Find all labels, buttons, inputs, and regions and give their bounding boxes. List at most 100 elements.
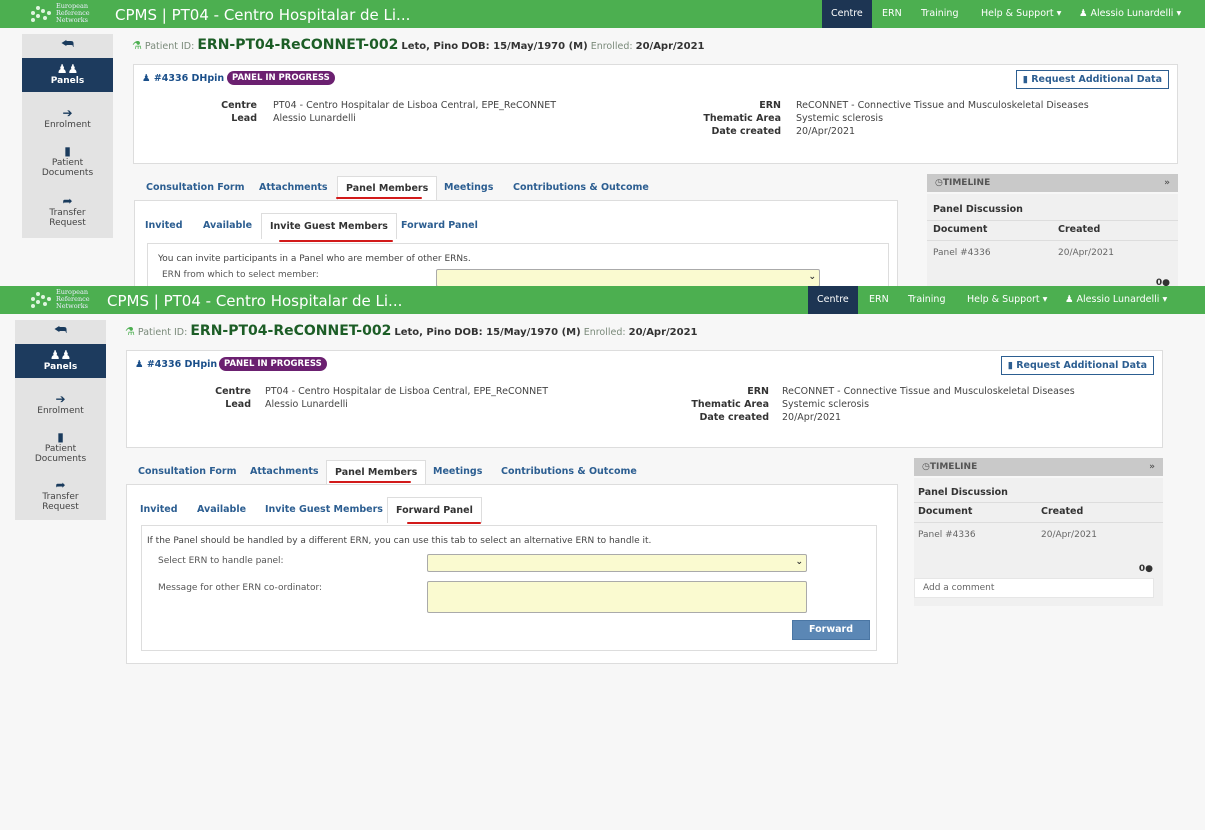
invite-guest-form: You can invite participants in a Panel w… [147, 243, 889, 286]
status-badge: PANEL IN PROGRESS [219, 357, 327, 371]
patient-header: ⚗ Patient ID: ERN-PT04-ReCONNET-002 Leto… [132, 37, 705, 53]
timeline-row-document[interactable]: Panel #4336 [933, 248, 991, 258]
user-icon: ♟ [1079, 8, 1091, 19]
ern-select-label: ERN from which to select member: [162, 270, 319, 280]
bookmark-icon: ▮ [1007, 360, 1017, 371]
ern-logo: European Reference Networks [30, 3, 102, 25]
lead-value: Alessio Lunardelli [265, 399, 348, 410]
app-title[interactable]: CPMS | PT04 - Centro Hospitalar de Li... [115, 6, 410, 24]
date-created-value: 20/Apr/2021 [782, 412, 842, 423]
tab-contributions-outcome[interactable]: Contributions & Outcome [505, 176, 657, 200]
sidebar-item-transfer-request[interactable]: ➦ Transfer Request [15, 478, 106, 516]
lead-label: Lead [225, 399, 251, 410]
panel-tabs: Consultation Form Attachments Panel Memb… [130, 460, 910, 484]
users-icon: ♟♟ [56, 62, 79, 76]
nav-centre[interactable]: Centre [822, 0, 872, 28]
collapse-chevron-icon: » [1149, 462, 1155, 472]
tab-contributions-outcome[interactable]: Contributions & Outcome [493, 460, 645, 484]
tab-attachments[interactable]: Attachments [251, 176, 336, 200]
timeline-header[interactable]: ◷TIMELINE » [914, 458, 1163, 476]
nav-ern[interactable]: ERN [873, 0, 911, 28]
back-arrow-icon[interactable]: ⮪ [15, 320, 106, 340]
subtab-available[interactable]: Available [195, 213, 260, 239]
sidebar-item-panels[interactable]: ♟♟ Panels [22, 58, 113, 92]
nav-centre[interactable]: Centre [808, 286, 858, 314]
thematic-area-value: Systemic sclerosis [796, 113, 884, 124]
thematic-area-label: Thematic Area [691, 399, 769, 410]
users-icon: ♟ [142, 73, 154, 84]
centre-label: Centre [215, 386, 251, 397]
select-ern-label: Select ERN to handle panel: [158, 556, 284, 566]
back-arrow-icon[interactable]: ⮪ [22, 34, 113, 54]
nav-help-support[interactable]: Help & Support ▾ [958, 286, 1056, 314]
subtab-available[interactable]: Available [189, 497, 254, 523]
forward-panel-form: If the Panel should be handled by a diff… [141, 525, 877, 653]
sitemap-icon: ⚗ [125, 325, 135, 338]
timeline-row-document[interactable]: Panel #4336 [918, 530, 976, 540]
centre-value: PT04 - Centro Hospitalar de Lisboa Centr… [265, 386, 549, 397]
tab-meetings[interactable]: Meetings [425, 460, 490, 484]
timeline-section-title: Panel Discussion [933, 204, 1023, 215]
sidebar-item-panels[interactable]: ♟♟ Panels [15, 344, 106, 378]
app-title[interactable]: CPMS | PT04 - Centro Hospitalar de Li... [107, 292, 402, 310]
share-icon: ➦ [62, 194, 73, 208]
sidebar-item-patient-documents[interactable]: ▮ Patient Documents [22, 144, 113, 182]
comment-count[interactable]: 0● [1156, 278, 1170, 286]
request-additional-data-button[interactable]: ▮ Request Additional Data [1000, 356, 1154, 375]
tab-panel-members-body: Invited Available Invite Guest Members F… [134, 200, 898, 286]
timeline-header[interactable]: ◷TIMELINE » [927, 174, 1178, 192]
patient-header: ⚗ Patient ID: ERN-PT04-ReCONNET-002 Leto… [125, 323, 698, 339]
centre-label: Centre [221, 100, 257, 111]
tab-consultation-form[interactable]: Consultation Form [130, 460, 245, 484]
screenshot-bottom: European Reference Networks CPMS | PT04 - … [0, 286, 1205, 830]
subtab-invited[interactable]: Invited [132, 497, 186, 523]
nav-training[interactable]: Training [899, 286, 955, 314]
sidebar-item-patient-documents[interactable]: ▮ Patient Documents [15, 430, 106, 468]
nav-help-support[interactable]: Help & Support ▾ [972, 0, 1070, 28]
ern-member-select[interactable]: ⌄ [436, 269, 820, 286]
lead-label: Lead [231, 113, 257, 124]
panel-id[interactable]: ♟ #4336 DHpin [142, 73, 224, 84]
screenshot-top: European Reference Networks CPMS | PT04 - … [0, 0, 1205, 286]
request-additional-data-button[interactable]: ▮ Request Additional Data [1015, 70, 1169, 89]
subtab-invite-guest-members[interactable]: Invite Guest Members [261, 213, 397, 239]
message-textarea[interactable] [427, 581, 807, 613]
select-ern-dropdown[interactable]: ⌄ [427, 554, 807, 572]
nav-user-menu[interactable]: ♟ Alessio Lunardelli ▾ [1070, 0, 1190, 28]
subtab-invite-guest-members[interactable]: Invite Guest Members [257, 497, 391, 523]
file-icon: ▮ [57, 430, 64, 444]
panel-id[interactable]: ♟ #4336 DHpin [135, 359, 217, 370]
nav-ern[interactable]: ERN [860, 286, 898, 314]
top-navbar: European Reference Networks CPMS | PT04 - … [0, 0, 1205, 28]
sitemap-icon: ⚗ [132, 39, 142, 52]
subtab-invited[interactable]: Invited [137, 213, 191, 239]
subtab-forward-panel[interactable]: Forward Panel [393, 213, 486, 239]
annotation-underline [336, 197, 422, 199]
ern-value: ReCONNET - Connective Tissue and Musculo… [782, 386, 1075, 397]
timeline-section-title: Panel Discussion [918, 487, 1008, 498]
clock-icon: ◷ [935, 178, 943, 188]
timeline-body: Panel Discussion Document Created Panel … [914, 478, 1163, 606]
nav-training[interactable]: Training [912, 0, 968, 28]
col-created: Created [1058, 224, 1101, 235]
forward-panel-button[interactable]: Forward Panel [792, 620, 870, 653]
member-subtabs: Invited Available Invite Guest Members F… [132, 497, 632, 523]
bookmark-icon: ▮ [1022, 74, 1032, 85]
ern-label: ERN [747, 386, 769, 397]
comment-count[interactable]: 0● [1139, 564, 1153, 574]
users-icon: ♟♟ [49, 348, 72, 362]
tab-consultation-form[interactable]: Consultation Form [138, 176, 253, 200]
sidebar-item-transfer-request[interactable]: ➦ Transfer Request [22, 194, 113, 232]
share-icon: ➦ [55, 478, 66, 492]
sidebar-item-enrolment[interactable]: ➔ Enrolment [22, 106, 113, 136]
forward-help-text: If the Panel should be handled by a diff… [147, 536, 652, 546]
subtab-forward-panel[interactable]: Forward Panel [387, 497, 482, 523]
comment-icon: ● [1162, 278, 1170, 286]
file-icon: ▮ [64, 144, 71, 158]
tab-attachments[interactable]: Attachments [242, 460, 327, 484]
collapse-chevron-icon: » [1164, 178, 1170, 188]
tab-meetings[interactable]: Meetings [436, 176, 501, 200]
sidebar-item-enrolment[interactable]: ➔ Enrolment [15, 392, 106, 422]
nav-user-menu[interactable]: ♟ Alessio Lunardelli ▾ [1056, 286, 1176, 314]
add-comment-input[interactable]: Add a comment [914, 578, 1154, 598]
